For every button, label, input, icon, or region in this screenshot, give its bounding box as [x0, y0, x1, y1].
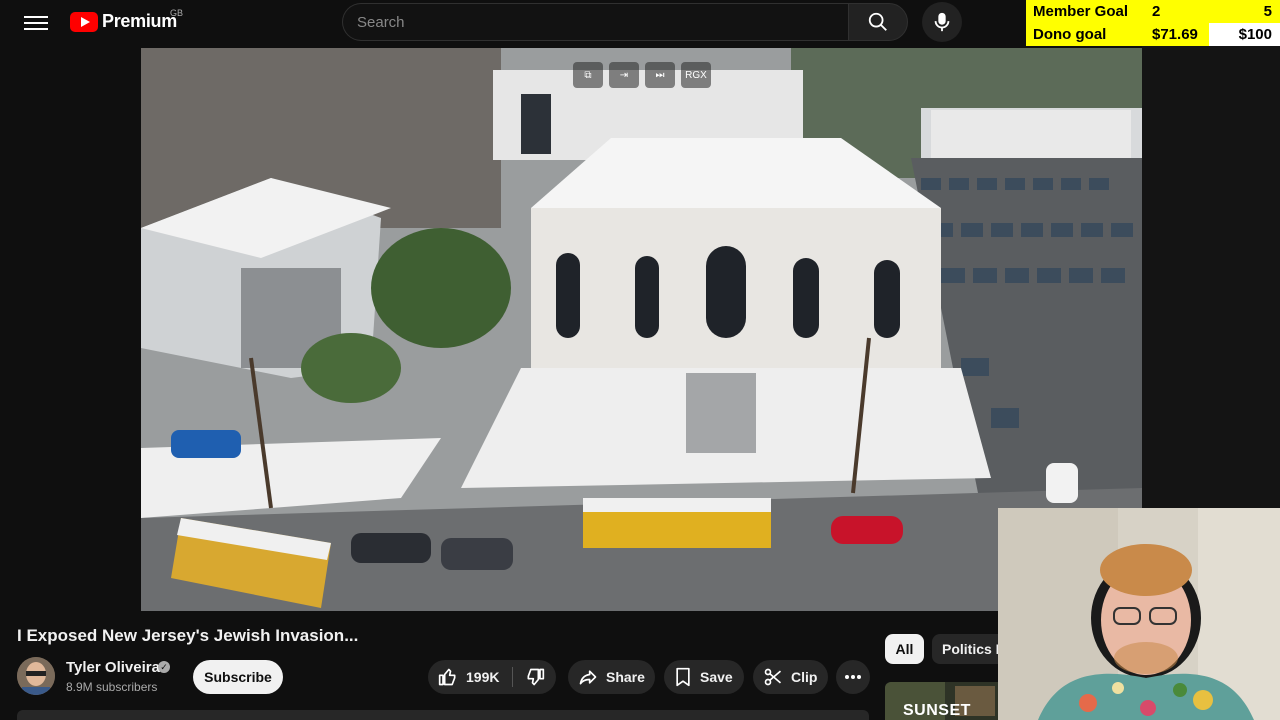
- chip-all[interactable]: All: [885, 634, 924, 664]
- dono-goal-value: $71.69: [1152, 26, 1198, 43]
- bookmark-icon: [674, 667, 692, 687]
- rgx-button[interactable]: RGX: [681, 62, 711, 88]
- more-actions-button[interactable]: [836, 660, 870, 694]
- channel-avatar[interactable]: [17, 657, 55, 695]
- member-goal-target: 5: [1263, 3, 1272, 20]
- video-title: I Exposed New Jersey's Jewish Invasion..…: [17, 626, 359, 645]
- thumbnail-text: SUNSET: [903, 702, 971, 719]
- thumbs-down-icon: [525, 667, 545, 687]
- member-goal-label: Member Goal: [1033, 3, 1129, 20]
- video-player[interactable]: ⧉ ⇥ ⏭ RGX: [141, 48, 1142, 611]
- channel-name[interactable]: Tyler Oliveira: [66, 659, 160, 676]
- dono-goal-label: Dono goal: [1033, 26, 1107, 43]
- save-label: Save: [700, 669, 733, 685]
- scissors-icon: [763, 667, 783, 687]
- search-box: [342, 3, 848, 41]
- player-mini-controls: ⧉ ⇥ ⏭ RGX: [573, 62, 711, 88]
- clip-label: Clip: [791, 669, 818, 685]
- verified-icon: ✓: [158, 661, 170, 673]
- enter-icon[interactable]: ⇥: [609, 62, 639, 88]
- description-box-edge[interactable]: [17, 710, 869, 720]
- next-icon[interactable]: ⏭: [645, 62, 675, 88]
- stream-goals-overlay: Member Goal 2 5 Dono goal $71.69 $100: [1026, 0, 1280, 46]
- more-horizontal-icon: [844, 674, 862, 680]
- thumbs-up-icon: [438, 667, 458, 687]
- share-button[interactable]: Share: [568, 660, 655, 694]
- like-count: 199K: [466, 669, 500, 685]
- country-code: GB: [170, 8, 184, 18]
- webcam-image: [998, 508, 1280, 720]
- external-link-icon[interactable]: ⧉: [573, 62, 603, 88]
- search-input[interactable]: [343, 4, 848, 40]
- dono-goal-target: $100: [1238, 26, 1272, 43]
- member-goal-row: Member Goal 2 5: [1026, 0, 1280, 23]
- like-dislike-group: 199K: [428, 660, 556, 694]
- save-button[interactable]: Save: [664, 660, 744, 694]
- search-button[interactable]: [848, 3, 908, 41]
- subscribe-button[interactable]: Subscribe: [193, 660, 283, 694]
- chip-politics[interactable]: Politics N: [932, 634, 998, 664]
- youtube-watch-page: Premium GB Member Goal 2 5 Dono goal $71…: [0, 0, 1280, 720]
- dono-goal-row: Dono goal $71.69 $100: [1026, 23, 1280, 46]
- member-goal-value: 2: [1152, 3, 1161, 20]
- streamer-webcam: [998, 508, 1280, 720]
- clip-button[interactable]: Clip: [753, 660, 828, 694]
- share-icon: [578, 667, 598, 687]
- video-frame-aerial-scene: [141, 48, 1142, 611]
- recommended-video-thumbnail[interactable]: SUNSET: [885, 682, 998, 720]
- like-button[interactable]: 199K: [428, 660, 512, 694]
- dislike-button[interactable]: [513, 660, 556, 694]
- microphone-icon: [934, 12, 950, 32]
- share-label: Share: [606, 669, 645, 685]
- youtube-logo[interactable]: Premium: [70, 11, 177, 32]
- search-icon: [868, 12, 887, 31]
- voice-search-button[interactable]: [922, 2, 962, 42]
- avatar-image: [17, 657, 55, 695]
- logo-text: Premium: [102, 11, 177, 31]
- menu-icon[interactable]: [24, 12, 48, 32]
- side-panel: [1142, 46, 1280, 508]
- youtube-play-icon: [70, 11, 98, 32]
- subscriber-count: 8.9M subscribers: [66, 680, 158, 694]
